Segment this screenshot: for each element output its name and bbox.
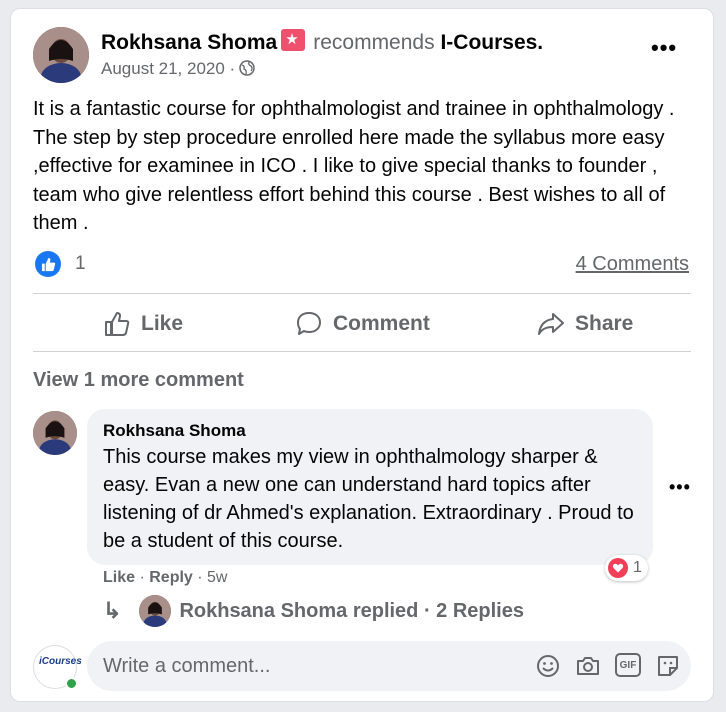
camera-icon[interactable] (575, 653, 601, 679)
post-card: Rokhsana Shoma recommends I-Courses. Augu… (10, 8, 714, 702)
comment-bubble: Rokhsana Shoma This course makes my view… (87, 409, 653, 565)
reply-arrow-icon: ↳ (103, 598, 122, 623)
recommends-badge-icon (281, 29, 306, 51)
replies-link[interactable]: ↳ Rokhsana Shoma replied · 2 Replies (103, 595, 524, 627)
post-text: It is a fantastic course for ophthalmolo… (33, 98, 675, 234)
comment-icon (297, 312, 321, 335)
comments-count-link[interactable]: 4 Comments (576, 253, 689, 276)
author-avatar[interactable] (33, 27, 89, 83)
share-label: Share (575, 312, 634, 335)
like-label: Like (141, 312, 184, 335)
post-date[interactable]: August 21, 2020 · (101, 59, 235, 78)
comment-actions: Like · Reply · 5w (103, 569, 227, 587)
like-icon (105, 312, 130, 336)
emoji-icon[interactable] (535, 653, 561, 679)
post-more-icon[interactable]: ••• (651, 37, 677, 59)
like-button[interactable]: Like (103, 307, 183, 341)
share-button[interactable]: Share (537, 307, 633, 341)
comment-reply-link[interactable]: Reply (149, 569, 193, 586)
page-name[interactable]: I-Courses. (440, 31, 543, 54)
online-status-icon (65, 677, 78, 690)
recommends-label: recommends (313, 31, 435, 54)
composer-tools: GIF (535, 653, 681, 679)
post-header: Rokhsana Shoma recommends I-Courses. (101, 29, 543, 55)
like-reaction-icon (35, 251, 61, 277)
reply-avatar (139, 595, 172, 627)
comment-more-icon[interactable]: ••• (669, 478, 691, 496)
comment-label: Comment (333, 312, 430, 335)
comment-like-link[interactable]: Like (103, 569, 135, 586)
globe-icon (239, 60, 255, 76)
like-count: 1 (75, 253, 86, 274)
reaction-summary[interactable]: 1 (35, 251, 86, 277)
comment-button[interactable]: Comment (295, 307, 430, 341)
replies-text: Rokhsana Shoma replied · 2 Replies (179, 599, 524, 622)
commenter-avatar[interactable] (33, 411, 77, 455)
gif-icon[interactable]: GIF (615, 653, 641, 677)
author-name[interactable]: Rokhsana Shoma (101, 31, 277, 54)
heart-icon (608, 558, 628, 578)
share-icon (538, 313, 564, 335)
comment-time[interactable]: · 5w (193, 569, 227, 586)
comment-text: This course makes my view in ophthalmolo… (103, 446, 634, 552)
comment-reaction[interactable]: 1 (605, 555, 648, 581)
commenter-name[interactable]: Rokhsana Shoma (103, 421, 246, 441)
icourses-logo: iCourses (39, 656, 82, 667)
divider (33, 293, 691, 294)
divider (33, 351, 691, 352)
reaction-count: 1 (633, 559, 642, 576)
sticker-icon[interactable] (655, 653, 681, 679)
current-user-avatar[interactable]: iCourses (33, 645, 82, 690)
separator: · (135, 569, 150, 586)
post-meta: August 21, 2020 · (101, 59, 255, 79)
view-more-comments[interactable]: View 1 more comment (33, 369, 244, 392)
